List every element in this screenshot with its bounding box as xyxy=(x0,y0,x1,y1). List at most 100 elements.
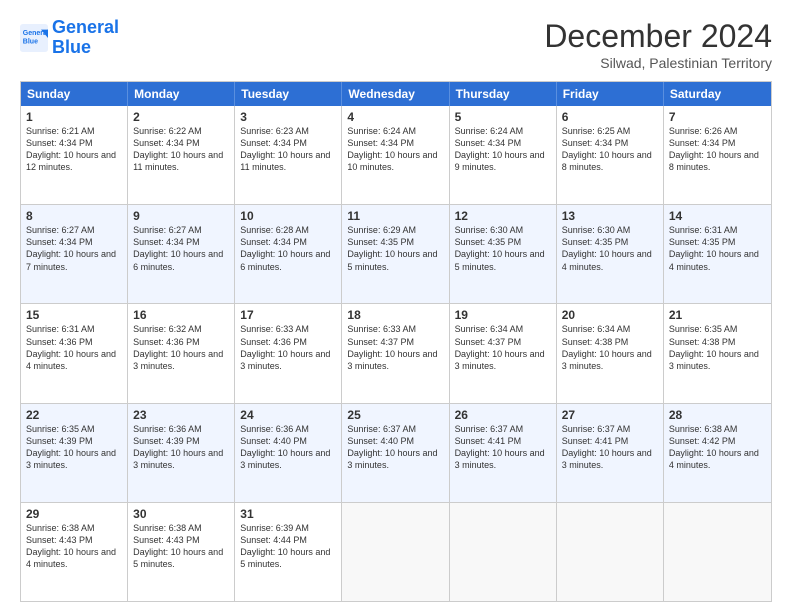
cell-info: Sunrise: 6:31 AMSunset: 4:35 PMDaylight:… xyxy=(669,224,766,273)
day-number: 26 xyxy=(455,408,551,422)
day-number: 23 xyxy=(133,408,229,422)
calendar-cell: 9Sunrise: 6:27 AMSunset: 4:34 PMDaylight… xyxy=(128,205,235,303)
calendar-cell: 18Sunrise: 6:33 AMSunset: 4:37 PMDayligh… xyxy=(342,304,449,402)
day-number: 22 xyxy=(26,408,122,422)
day-number: 20 xyxy=(562,308,658,322)
page: General Blue General Blue December 2024 … xyxy=(0,0,792,612)
calendar-cell xyxy=(450,503,557,601)
day-number: 13 xyxy=(562,209,658,223)
calendar-cell: 31Sunrise: 6:39 AMSunset: 4:44 PMDayligh… xyxy=(235,503,342,601)
logo-text: General Blue xyxy=(52,18,119,58)
calendar-week-2: 8Sunrise: 6:27 AMSunset: 4:34 PMDaylight… xyxy=(21,204,771,303)
day-number: 29 xyxy=(26,507,122,521)
cell-info: Sunrise: 6:34 AMSunset: 4:38 PMDaylight:… xyxy=(562,323,658,372)
day-number: 31 xyxy=(240,507,336,521)
calendar-cell: 26Sunrise: 6:37 AMSunset: 4:41 PMDayligh… xyxy=(450,404,557,502)
calendar-cell: 7Sunrise: 6:26 AMSunset: 4:34 PMDaylight… xyxy=(664,106,771,204)
day-number: 12 xyxy=(455,209,551,223)
logo-icon: General Blue xyxy=(20,24,48,52)
calendar-cell: 19Sunrise: 6:34 AMSunset: 4:37 PMDayligh… xyxy=(450,304,557,402)
day-number: 15 xyxy=(26,308,122,322)
cell-info: Sunrise: 6:38 AMSunset: 4:43 PMDaylight:… xyxy=(26,522,122,571)
cell-info: Sunrise: 6:35 AMSunset: 4:38 PMDaylight:… xyxy=(669,323,766,372)
cell-info: Sunrise: 6:27 AMSunset: 4:34 PMDaylight:… xyxy=(26,224,122,273)
cell-info: Sunrise: 6:36 AMSunset: 4:39 PMDaylight:… xyxy=(133,423,229,472)
day-number: 5 xyxy=(455,110,551,124)
calendar-cell: 16Sunrise: 6:32 AMSunset: 4:36 PMDayligh… xyxy=(128,304,235,402)
calendar-cell: 10Sunrise: 6:28 AMSunset: 4:34 PMDayligh… xyxy=(235,205,342,303)
day-number: 4 xyxy=(347,110,443,124)
calendar-cell: 22Sunrise: 6:35 AMSunset: 4:39 PMDayligh… xyxy=(21,404,128,502)
day-number: 8 xyxy=(26,209,122,223)
logo-line1: General xyxy=(52,17,119,37)
calendar-cell: 4Sunrise: 6:24 AMSunset: 4:34 PMDaylight… xyxy=(342,106,449,204)
cell-info: Sunrise: 6:38 AMSunset: 4:43 PMDaylight:… xyxy=(133,522,229,571)
main-title: December 2024 xyxy=(544,18,772,55)
cell-info: Sunrise: 6:33 AMSunset: 4:36 PMDaylight:… xyxy=(240,323,336,372)
calendar-cell: 17Sunrise: 6:33 AMSunset: 4:36 PMDayligh… xyxy=(235,304,342,402)
calendar-cell: 15Sunrise: 6:31 AMSunset: 4:36 PMDayligh… xyxy=(21,304,128,402)
calendar-cell: 30Sunrise: 6:38 AMSunset: 4:43 PMDayligh… xyxy=(128,503,235,601)
subtitle: Silwad, Palestinian Territory xyxy=(544,55,772,71)
cell-info: Sunrise: 6:37 AMSunset: 4:41 PMDaylight:… xyxy=(455,423,551,472)
cell-info: Sunrise: 6:33 AMSunset: 4:37 PMDaylight:… xyxy=(347,323,443,372)
cell-info: Sunrise: 6:26 AMSunset: 4:34 PMDaylight:… xyxy=(669,125,766,174)
logo: General Blue General Blue xyxy=(20,18,119,58)
day-number: 9 xyxy=(133,209,229,223)
cell-info: Sunrise: 6:24 AMSunset: 4:34 PMDaylight:… xyxy=(347,125,443,174)
day-number: 21 xyxy=(669,308,766,322)
calendar-cell: 3Sunrise: 6:23 AMSunset: 4:34 PMDaylight… xyxy=(235,106,342,204)
day-number: 19 xyxy=(455,308,551,322)
calendar-cell: 27Sunrise: 6:37 AMSunset: 4:41 PMDayligh… xyxy=(557,404,664,502)
calendar-cell: 5Sunrise: 6:24 AMSunset: 4:34 PMDaylight… xyxy=(450,106,557,204)
day-number: 28 xyxy=(669,408,766,422)
cell-info: Sunrise: 6:30 AMSunset: 4:35 PMDaylight:… xyxy=(562,224,658,273)
day-number: 14 xyxy=(669,209,766,223)
calendar-week-5: 29Sunrise: 6:38 AMSunset: 4:43 PMDayligh… xyxy=(21,502,771,601)
day-number: 30 xyxy=(133,507,229,521)
calendar-cell: 23Sunrise: 6:36 AMSunset: 4:39 PMDayligh… xyxy=(128,404,235,502)
cell-info: Sunrise: 6:31 AMSunset: 4:36 PMDaylight:… xyxy=(26,323,122,372)
cell-info: Sunrise: 6:22 AMSunset: 4:34 PMDaylight:… xyxy=(133,125,229,174)
calendar-week-4: 22Sunrise: 6:35 AMSunset: 4:39 PMDayligh… xyxy=(21,403,771,502)
calendar-header: SundayMondayTuesdayWednesdayThursdayFrid… xyxy=(21,82,771,106)
calendar-cell: 6Sunrise: 6:25 AMSunset: 4:34 PMDaylight… xyxy=(557,106,664,204)
calendar-week-1: 1Sunrise: 6:21 AMSunset: 4:34 PMDaylight… xyxy=(21,106,771,204)
day-number: 7 xyxy=(669,110,766,124)
cell-info: Sunrise: 6:39 AMSunset: 4:44 PMDaylight:… xyxy=(240,522,336,571)
calendar-cell: 1Sunrise: 6:21 AMSunset: 4:34 PMDaylight… xyxy=(21,106,128,204)
day-number: 16 xyxy=(133,308,229,322)
header-day-thursday: Thursday xyxy=(450,82,557,106)
cell-info: Sunrise: 6:30 AMSunset: 4:35 PMDaylight:… xyxy=(455,224,551,273)
cell-info: Sunrise: 6:29 AMSunset: 4:35 PMDaylight:… xyxy=(347,224,443,273)
title-block: December 2024 Silwad, Palestinian Territ… xyxy=(544,18,772,71)
day-number: 25 xyxy=(347,408,443,422)
calendar-cell: 14Sunrise: 6:31 AMSunset: 4:35 PMDayligh… xyxy=(664,205,771,303)
cell-info: Sunrise: 6:38 AMSunset: 4:42 PMDaylight:… xyxy=(669,423,766,472)
calendar-cell: 25Sunrise: 6:37 AMSunset: 4:40 PMDayligh… xyxy=(342,404,449,502)
calendar-cell xyxy=(557,503,664,601)
calendar-body: 1Sunrise: 6:21 AMSunset: 4:34 PMDaylight… xyxy=(21,106,771,601)
header: General Blue General Blue December 2024 … xyxy=(20,18,772,71)
header-day-saturday: Saturday xyxy=(664,82,771,106)
day-number: 17 xyxy=(240,308,336,322)
cell-info: Sunrise: 6:32 AMSunset: 4:36 PMDaylight:… xyxy=(133,323,229,372)
calendar-cell: 21Sunrise: 6:35 AMSunset: 4:38 PMDayligh… xyxy=(664,304,771,402)
cell-info: Sunrise: 6:35 AMSunset: 4:39 PMDaylight:… xyxy=(26,423,122,472)
calendar: SundayMondayTuesdayWednesdayThursdayFrid… xyxy=(20,81,772,602)
header-day-monday: Monday xyxy=(128,82,235,106)
day-number: 11 xyxy=(347,209,443,223)
cell-info: Sunrise: 6:21 AMSunset: 4:34 PMDaylight:… xyxy=(26,125,122,174)
calendar-cell xyxy=(342,503,449,601)
cell-info: Sunrise: 6:37 AMSunset: 4:41 PMDaylight:… xyxy=(562,423,658,472)
header-day-friday: Friday xyxy=(557,82,664,106)
calendar-cell: 28Sunrise: 6:38 AMSunset: 4:42 PMDayligh… xyxy=(664,404,771,502)
calendar-cell: 24Sunrise: 6:36 AMSunset: 4:40 PMDayligh… xyxy=(235,404,342,502)
calendar-cell: 13Sunrise: 6:30 AMSunset: 4:35 PMDayligh… xyxy=(557,205,664,303)
calendar-cell: 29Sunrise: 6:38 AMSunset: 4:43 PMDayligh… xyxy=(21,503,128,601)
cell-info: Sunrise: 6:34 AMSunset: 4:37 PMDaylight:… xyxy=(455,323,551,372)
day-number: 18 xyxy=(347,308,443,322)
cell-info: Sunrise: 6:25 AMSunset: 4:34 PMDaylight:… xyxy=(562,125,658,174)
logo-line2: Blue xyxy=(52,37,91,57)
day-number: 6 xyxy=(562,110,658,124)
